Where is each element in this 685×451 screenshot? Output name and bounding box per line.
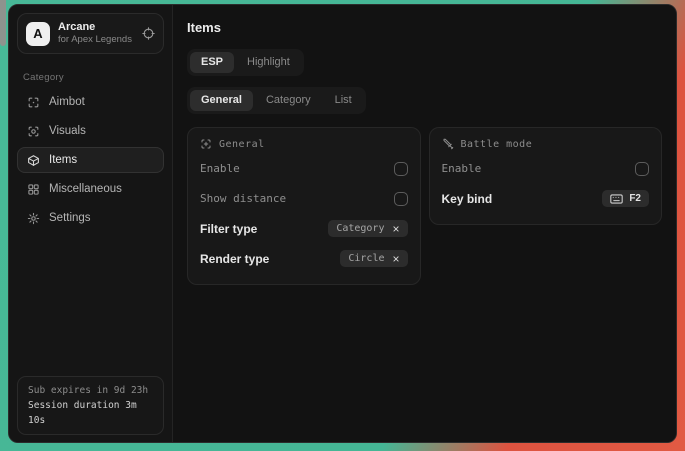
category-label: Category [23,72,158,83]
page-title: Items [187,20,662,35]
app-header-card[interactable]: A Arcane for Apex Legends [17,13,164,54]
setting-row-enable: Enable [200,156,408,181]
miscellaneous-icon [27,183,40,196]
tab-category[interactable]: Category [255,90,322,111]
app-subtitle: for Apex Legends [58,34,134,46]
filter-type-value: Category [336,223,384,234]
sidebar-item-label: Items [49,154,77,166]
sidebar-item-label: Miscellaneous [49,183,122,195]
sidebar-nav: Aimbot Visuals Items [9,89,172,231]
tab-esp[interactable]: ESP [190,52,234,73]
app-logo: A [26,22,50,46]
target-icon [142,27,155,40]
crosshair-icon [200,138,212,150]
remove-tag-icon[interactable]: × [392,224,399,234]
setting-label: Show distance [200,192,286,205]
sidebar: A Arcane for Apex Legends Category [9,5,173,442]
panel-title: Battle mode [461,139,533,150]
tab-general[interactable]: General [190,90,253,111]
remove-tag-icon[interactable]: × [392,254,399,264]
swords-icon [442,138,454,150]
mode-tabs: ESP Highlight [187,49,304,76]
settings-icon [27,212,40,225]
sidebar-item-label: Visuals [49,125,86,137]
sidebar-item-items[interactable]: Items [17,147,164,173]
main-content: Items ESP Highlight General Category Lis… [173,5,676,442]
session-duration-text: Session duration 3m 10s [28,398,153,428]
sidebar-item-miscellaneous[interactable]: Miscellaneous [17,176,164,202]
battle-mode-panel: Battle mode Enable Key bind [429,127,663,225]
subscription-info-card: Sub expires in 9d 23h Session duration 3… [17,376,164,435]
visuals-icon [27,125,40,138]
sidebar-item-settings[interactable]: Settings [17,205,164,231]
sub-expires-text: Sub expires in 9d 23h [28,383,153,398]
panel-title: General [219,139,265,150]
setting-row-enable: Enable [442,156,650,181]
sidebar-item-aimbot[interactable]: Aimbot [17,89,164,115]
setting-row-filter-type: Filter type Category × [200,216,408,241]
sidebar-item-label: Settings [49,212,91,224]
render-type-select[interactable]: Circle × [340,250,407,267]
app-title: Arcane [58,21,134,34]
tab-highlight[interactable]: Highlight [236,52,301,73]
key-bind-button[interactable]: F2 [602,190,649,207]
setting-label: Key bind [442,192,493,206]
filter-type-select[interactable]: Category × [328,220,407,237]
battle-enable-checkbox[interactable] [635,162,649,176]
aimbot-icon [27,96,40,109]
setting-row-show-distance: Show distance [200,186,408,211]
desktop-window-fragment [0,0,6,46]
setting-label: Render type [200,252,269,266]
setting-label: Enable [200,162,240,175]
app-meta: Arcane for Apex Legends [58,21,134,46]
show-distance-checkbox[interactable] [394,192,408,206]
items-icon [27,154,40,167]
enable-checkbox[interactable] [394,162,408,176]
sub-tabs: General Category List [187,87,366,114]
sidebar-item-label: Aimbot [49,96,85,108]
setting-label: Enable [442,162,482,175]
render-type-value: Circle [348,253,384,264]
keyboard-icon [610,194,623,204]
app-window: A Arcane for Apex Legends Category [8,4,677,443]
general-panel: General Enable Show distance Filter type… [187,127,421,285]
setting-row-render-type: Render type Circle × [200,246,408,271]
sidebar-item-visuals[interactable]: Visuals [17,118,164,144]
tab-list[interactable]: List [324,90,363,111]
setting-label: Filter type [200,222,257,236]
setting-row-key-bind: Key bind F2 [442,186,650,211]
key-bind-value: F2 [629,193,641,204]
